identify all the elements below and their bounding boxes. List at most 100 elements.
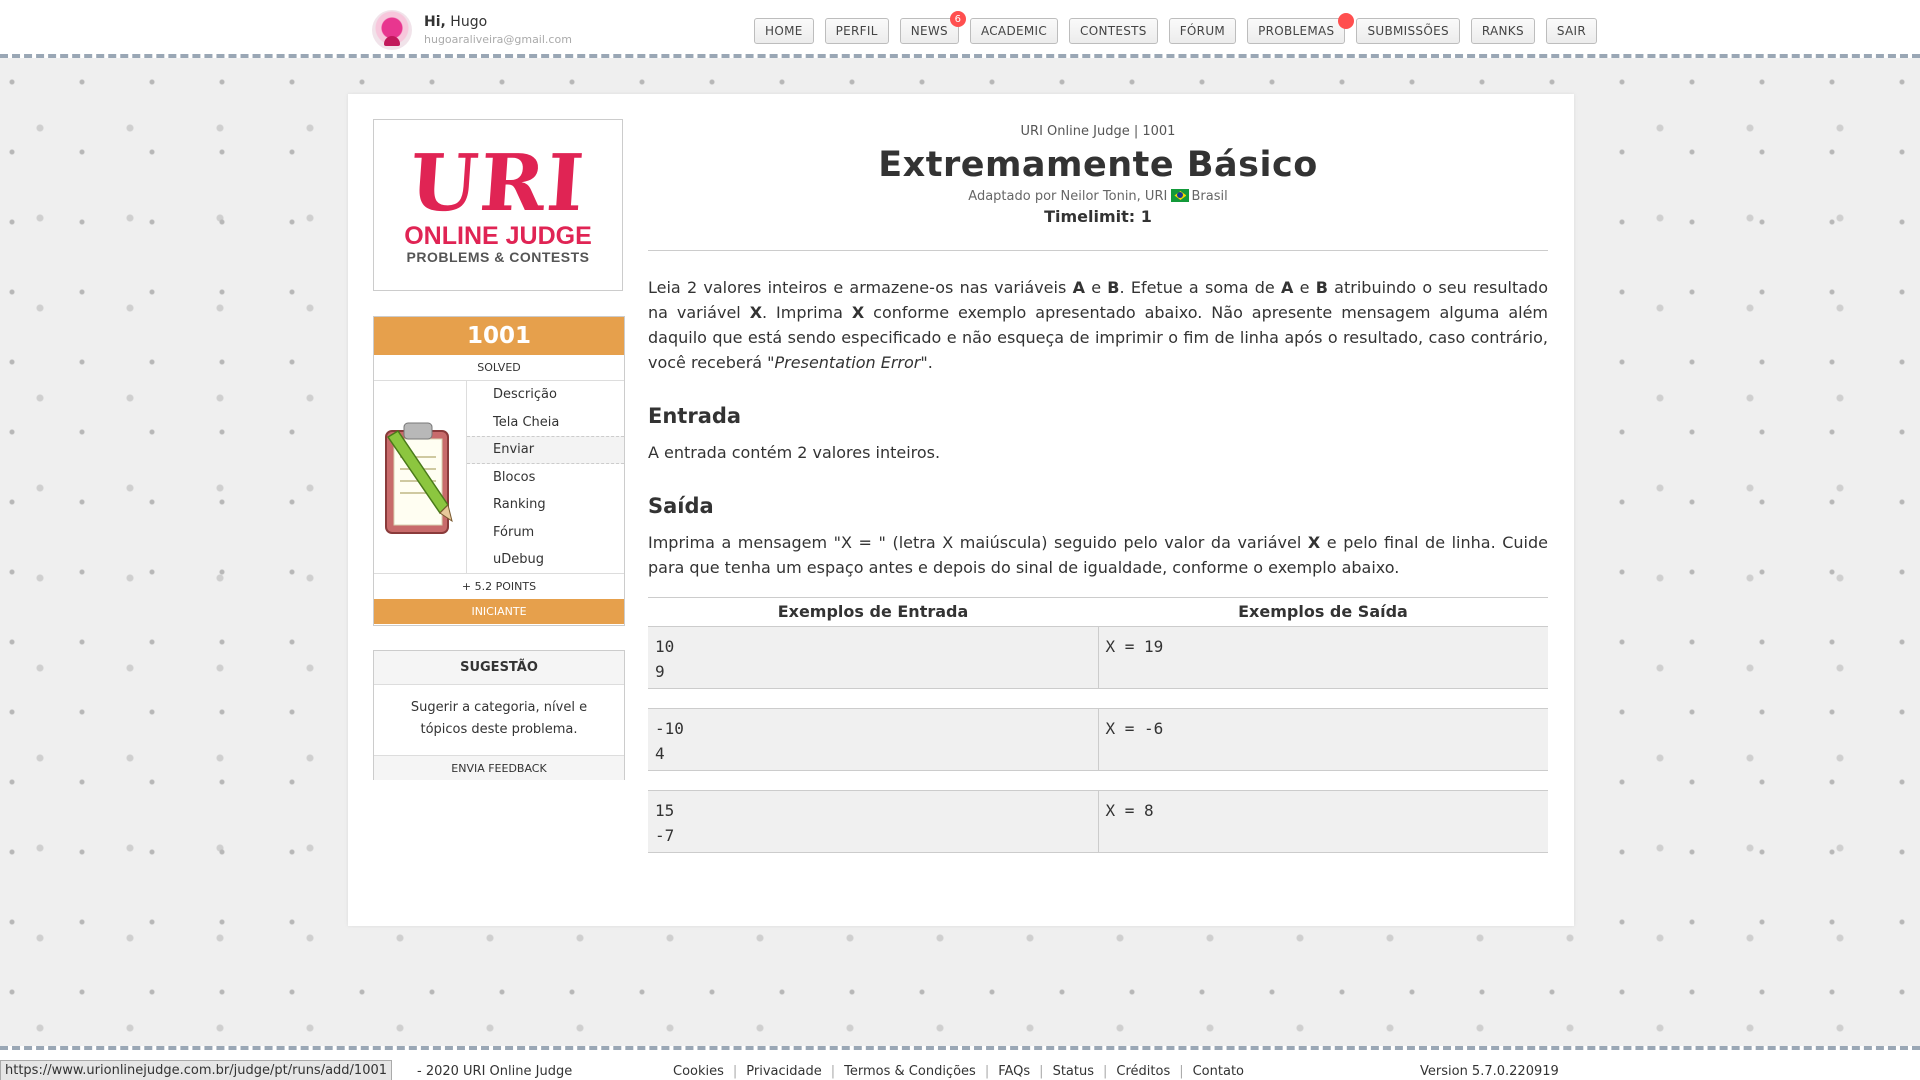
- clipboard-area: [374, 381, 467, 573]
- problem-description: Leia 2 valores inteiros e armazene-os na…: [648, 278, 1548, 372]
- footer-links: Cookies | Privacidade | Termos & Condições…: [673, 1064, 1244, 1079]
- clipboard-icon: [385, 422, 453, 534]
- example-row: -10 4 X = -6: [648, 708, 1548, 771]
- version-label: Version 5.7.0.220919: [1420, 1064, 1559, 1079]
- logo-uri-text: URI: [407, 138, 589, 229]
- status-bar-url: https://www.urionlinejudge.com.br/judge/…: [0, 1060, 393, 1080]
- examples-header: Exemplos de Entrada Exemplos de Saída: [648, 598, 1548, 626]
- nav-label: HOME: [765, 24, 803, 38]
- nav-forum-button[interactable]: FÓRUM: [1168, 18, 1237, 44]
- author-text: Adaptado por Neilor Tonin, URI: [968, 189, 1168, 204]
- separator: |: [732, 1064, 738, 1079]
- footer-link-contato[interactable]: Contato: [1193, 1064, 1244, 1079]
- menu-tela-cheia[interactable]: Tela Cheia: [467, 409, 624, 437]
- example-output: X = 8: [1097, 791, 1549, 852]
- problem-status: SOLVED: [374, 355, 624, 381]
- nav-sair-button[interactable]: SAIR: [1545, 18, 1598, 44]
- notification-dot: [1338, 13, 1355, 29]
- nav-contests-button[interactable]: CONTESTS: [1069, 18, 1158, 44]
- main-nav: HOME PERFIL NEWS 6 ACADEMIC CONTESTS FÓRU…: [754, 11, 1608, 44]
- brazil-flag-icon: [1171, 189, 1190, 202]
- menu-ranking[interactable]: Ranking: [467, 491, 624, 519]
- footer-link-privacidade[interactable]: Privacidade: [746, 1064, 821, 1079]
- example-row: 10 9 X = 19: [648, 626, 1548, 689]
- problem-points: + 5.2 POINTS: [461, 580, 537, 593]
- greeting-label: Hi,: [424, 14, 446, 30]
- problem-sidebar: 1001 SOLVED Descrição Tela Cheia Enviar …: [373, 316, 625, 626]
- copyright: - 2020 URI Online Judge: [417, 1064, 573, 1079]
- separator: |: [830, 1064, 836, 1079]
- problem-number: 1001: [374, 317, 624, 355]
- problem-menu-area: Descrição Tela Cheia Enviar Blocos Ranki…: [374, 381, 624, 574]
- nav-label: SUBMISSÕES: [1367, 24, 1449, 38]
- breadcrumb: URI Online Judge | 1001: [1020, 124, 1176, 139]
- examples-table: Exemplos de Entrada Exemplos de Saída 10…: [648, 597, 1548, 853]
- send-feedback-button[interactable]: ENVIA FEEDBACK: [374, 755, 624, 780]
- nav-label: FÓRUM: [1179, 24, 1226, 38]
- output-heading: Saída: [648, 494, 714, 518]
- nav-ranks-button[interactable]: RANKS: [1470, 18, 1535, 44]
- separator: |: [1103, 1064, 1108, 1079]
- separator: |: [1039, 1064, 1044, 1079]
- problem-content: URI Online Judge | 1001 Extremamente Bás…: [648, 114, 1548, 872]
- example-output: X = -6: [1097, 709, 1549, 770]
- nav-label: PERFIL: [835, 24, 878, 38]
- nav-label: CONTESTS: [1080, 24, 1147, 38]
- nav-label: RANKS: [1481, 24, 1524, 38]
- nav-news-button[interactable]: NEWS 6: [899, 11, 966, 44]
- examples-output-header: Exemplos de Saída: [1238, 602, 1408, 621]
- divider: [648, 250, 1548, 251]
- nav-submissoes-button[interactable]: SUBMISSÕES: [1356, 18, 1460, 44]
- nav-label: PROBLEMAS: [1258, 24, 1335, 38]
- main-card: URI ONLINE JUDGE PROBLEMS & CONTESTS 100…: [348, 94, 1574, 926]
- menu-enviar[interactable]: Enviar: [467, 436, 624, 464]
- author-line: Adaptado por Neilor Tonin, URI Brasil: [648, 189, 1548, 204]
- site-logo[interactable]: URI ONLINE JUDGE PROBLEMS & CONTESTS: [373, 119, 623, 291]
- nav-label: SAIR: [1556, 24, 1587, 38]
- suggestion-panel: SUGESTÃO Sugerir a categoria, nível e tó…: [373, 650, 625, 780]
- separator: |: [1179, 1064, 1184, 1079]
- nav-label: NEWS: [910, 24, 948, 38]
- problem-menu: Descrição Tela Cheia Enviar Blocos Ranki…: [467, 381, 624, 573]
- country-name: Brasil: [1191, 189, 1228, 204]
- user-box[interactable]: Hi, Hugo hugoaraliveira@gmail.com: [372, 10, 572, 50]
- footer: https://www.urionlinejudge.com.br/judge/…: [0, 1046, 1920, 1080]
- news-count-badge: 6: [949, 11, 966, 27]
- nav-label: ACADEMIC: [980, 24, 1048, 38]
- footer-link-termos[interactable]: Termos & Condições: [844, 1064, 976, 1079]
- menu-forum[interactable]: Fórum: [467, 519, 624, 547]
- suggestion-text: Sugerir a categoria, nível e tópicos des…: [410, 700, 588, 737]
- examples-input-header: Exemplos de Entrada: [777, 602, 969, 621]
- timelimit: Timelimit: 1: [1044, 207, 1152, 226]
- user-email: hugoaraliveira@gmail.com: [424, 33, 572, 46]
- example-input: -10 4: [655, 719, 684, 763]
- nav-academic-button[interactable]: ACADEMIC: [969, 18, 1059, 44]
- nav-perfil-button[interactable]: PERFIL: [824, 18, 889, 44]
- user-info: Hi, Hugo hugoaraliveira@gmail.com: [424, 14, 572, 46]
- footer-link-cookies[interactable]: Cookies: [673, 1064, 724, 1079]
- avatar[interactable]: [372, 10, 412, 50]
- footer-link-status[interactable]: Status: [1053, 1064, 1094, 1079]
- example-output: X = 19: [1097, 627, 1549, 688]
- menu-descricao[interactable]: Descrição: [467, 381, 624, 409]
- problem-level: INICIANTE: [374, 599, 624, 624]
- separator: |: [984, 1064, 990, 1079]
- nav-home-button[interactable]: HOME: [754, 18, 814, 44]
- example-row: 15 -7 X = 8: [648, 790, 1548, 853]
- footer-link-creditos[interactable]: Créditos: [1116, 1064, 1170, 1079]
- menu-blocos[interactable]: Blocos: [467, 464, 624, 492]
- example-input: 10 9: [655, 637, 675, 681]
- example-input: 15 -7: [655, 801, 675, 845]
- user-greeting: Hi, Hugo: [424, 14, 572, 30]
- page-title: Extremamente Básico: [878, 145, 1318, 185]
- nav-problemas-button[interactable]: PROBLEMAS: [1247, 13, 1355, 44]
- input-description: A entrada contém 2 valores inteiros.: [648, 443, 941, 462]
- footer-link-faqs[interactable]: FAQs: [998, 1064, 1030, 1079]
- menu-udebug[interactable]: uDebug: [467, 546, 624, 574]
- input-heading: Entrada: [648, 404, 742, 428]
- logo-tagline: PROBLEMS & CONTESTS: [406, 249, 590, 265]
- output-description: Imprima a mensagem "X = " (letra X maiús…: [648, 533, 1548, 577]
- user-name: Hugo: [450, 14, 488, 30]
- suggestion-title: SUGESTÃO: [374, 651, 624, 685]
- top-header: Hi, Hugo hugoaraliveira@gmail.com HOME P…: [0, 0, 1920, 58]
